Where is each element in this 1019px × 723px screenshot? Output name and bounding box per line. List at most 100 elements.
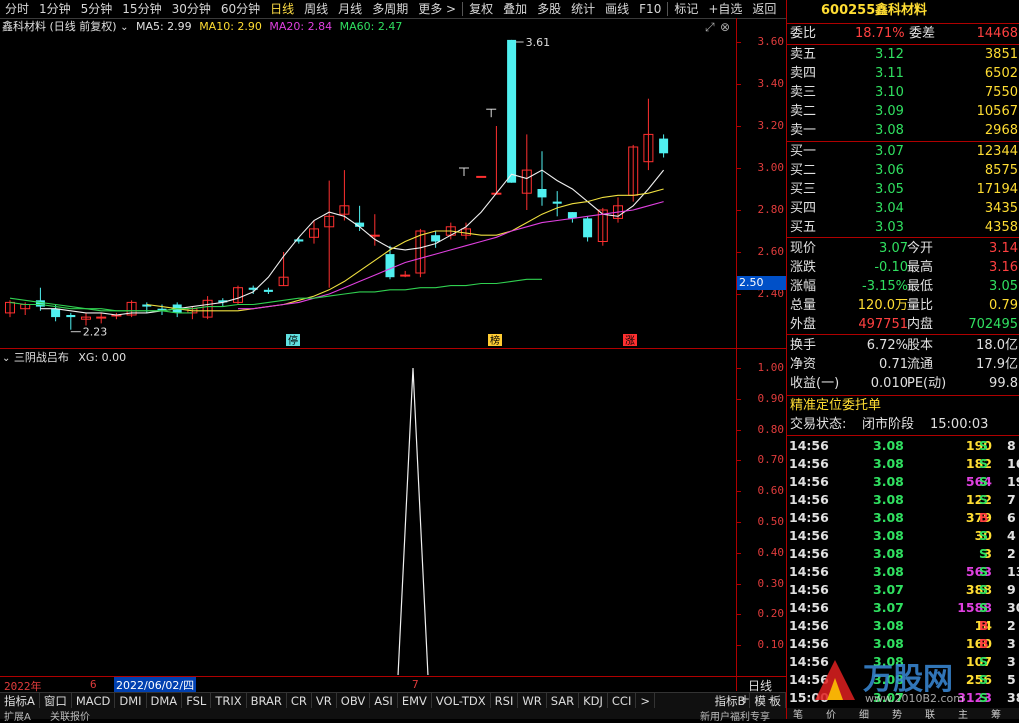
tick-price: 3.08 bbox=[873, 456, 904, 471]
axis-tick bbox=[737, 552, 741, 554]
tick-price: 3.08 bbox=[873, 528, 904, 543]
candle-body bbox=[96, 316, 107, 319]
tick-row: 14:56 3.08 122 S 7 bbox=[789, 491, 1019, 509]
ext-a-tab[interactable]: 扩展A bbox=[4, 708, 31, 723]
bid-row[interactable]: 买二 3.06 8575 bbox=[787, 162, 1019, 180]
tick-price: 3.07 bbox=[873, 690, 904, 705]
toolbar-item[interactable]: 30分钟 bbox=[167, 0, 216, 18]
tick-price: 3.08 bbox=[873, 510, 904, 525]
toolbar-item[interactable]: 月线 bbox=[333, 0, 367, 18]
toolbar-item[interactable]: 60分钟 bbox=[216, 0, 265, 18]
toolbar-item[interactable]: 周线 bbox=[299, 0, 333, 18]
toolbar-item[interactable]: 返回 bbox=[747, 0, 781, 18]
toolbar-item[interactable]: 分时 bbox=[0, 0, 34, 18]
tick-direction: S bbox=[979, 474, 989, 489]
indicator-tab[interactable]: DMA bbox=[147, 693, 183, 709]
indicator-tab[interactable]: TRIX bbox=[211, 693, 247, 709]
tick-time: 14:56 bbox=[789, 636, 829, 651]
candle-body bbox=[369, 234, 380, 237]
wecha-value: 14468 bbox=[976, 26, 1018, 41]
ask-row[interactable]: 卖一 3.08 2968 bbox=[787, 122, 1019, 140]
toolbar-item[interactable]: 叠加 bbox=[498, 0, 532, 18]
indicator-tab[interactable]: EMV bbox=[398, 693, 432, 709]
ask-row[interactable]: 卖二 3.09 10567 bbox=[787, 103, 1019, 121]
tick-price: 3.08 bbox=[873, 546, 904, 561]
indicator-tab[interactable]: CR bbox=[287, 693, 312, 709]
indicator-chart[interactable]: ⌄ 三阴战吕布 XG: 0.00 1.00 0.90 0.80 0.70 0.60 0.5… bbox=[0, 350, 784, 675]
price-axis: 3.60 3.40 3.20 3.00 2.80 2.60 2.40 bbox=[737, 18, 786, 348]
tick-count: 4 bbox=[1007, 528, 1016, 543]
toolbar-item[interactable]: +自选 bbox=[703, 0, 747, 18]
tick-count: 385 bbox=[1007, 690, 1019, 705]
quote-header: 600255 鑫科材料 bbox=[787, 2, 1019, 20]
indicator-tab[interactable]: OBV bbox=[337, 693, 371, 709]
stat-value: 99.8 bbox=[989, 376, 1018, 391]
indicator-tab[interactable]: VOL-TDX bbox=[432, 693, 491, 709]
stat-label: 换手 bbox=[790, 338, 817, 353]
tick-direction: S bbox=[979, 492, 989, 507]
tick-row: 14:56 3.08 107 S 3 bbox=[789, 653, 1019, 671]
book-price: 3.06 bbox=[875, 163, 904, 178]
toolbar-item[interactable]: 1分钟 bbox=[34, 0, 76, 18]
kline-chart[interactable]: 鑫科材料 (日线 前复权) ⌄ MA5: 2.99 MA10: 2.90 MA2… bbox=[0, 18, 787, 348]
stat-label: PE(动) bbox=[907, 376, 947, 391]
toolbar-item[interactable]: 5分钟 bbox=[76, 0, 118, 18]
toolbar-item[interactable]: 多股 bbox=[532, 0, 566, 18]
stat-label: 今开 bbox=[907, 241, 934, 256]
stat-row: 总量 120.0万 量比 0.79 bbox=[787, 297, 1019, 315]
book-price: 3.03 bbox=[875, 220, 904, 235]
toolbar-item[interactable]: 15分钟 bbox=[117, 0, 166, 18]
trade-time: 15:00:03 bbox=[930, 417, 989, 432]
toolbar-item[interactable]: 统计 bbox=[566, 0, 600, 18]
candle-body bbox=[659, 138, 669, 154]
indicator-tab[interactable]: KDJ bbox=[579, 693, 608, 709]
indicator-tab[interactable]: WR bbox=[518, 693, 547, 709]
ask-row[interactable]: 卖四 3.11 6502 bbox=[787, 65, 1019, 83]
indicator-tab[interactable]: > bbox=[636, 693, 655, 709]
toolbar-item[interactable]: F10 bbox=[634, 0, 666, 18]
tick-row: 15:003.073123S385 bbox=[789, 689, 1019, 707]
stat-row: 涨跌 -0.10 最高 3.16 bbox=[787, 259, 1019, 277]
candle-body bbox=[552, 201, 562, 204]
tick-count: 3 bbox=[1007, 636, 1016, 651]
stat-value: 3.07 bbox=[879, 241, 908, 256]
toolbar-item[interactable]: 更多 > bbox=[413, 0, 461, 18]
indicator-tab[interactable]: SAR bbox=[547, 693, 580, 709]
toolbar-item[interactable]: 标记 bbox=[669, 0, 703, 18]
bid-row[interactable]: 买五 3.03 4358 bbox=[787, 219, 1019, 237]
order-title[interactable]: 精准定位委托单 bbox=[787, 397, 1019, 415]
promo-link[interactable]: 新用户福利专享 bbox=[700, 708, 770, 723]
ask-row[interactable]: 卖三 3.10 7550 bbox=[787, 84, 1019, 102]
zoom-in-icon[interactable]: + bbox=[740, 692, 750, 706]
bid-row[interactable]: 买三 3.05 17194 bbox=[787, 181, 1019, 199]
book-label: 买三 bbox=[790, 182, 817, 197]
quote-panel: 600255 鑫科材料 委比 18.71% 委差 14468 卖五 3.12 385… bbox=[786, 0, 1019, 721]
indicator-tab[interactable]: MACD bbox=[72, 693, 116, 709]
indicator-tab[interactable]: DMI bbox=[115, 693, 147, 709]
bid-row[interactable]: 买一 3.07 12344 bbox=[787, 143, 1019, 161]
toolbar-item[interactable]: 日线 bbox=[265, 0, 299, 18]
indicator-tab[interactable]: 窗口 bbox=[40, 693, 72, 709]
indicator-tabs: 指标A 窗口 MACD DMI DMA FSL TRIX BRAR CR VR OBV ASI EMV V… bbox=[0, 692, 786, 709]
indicator-tab[interactable]: RSI bbox=[491, 693, 519, 709]
indicator-tab[interactable]: VR bbox=[312, 693, 337, 709]
indicator-tab[interactable]: CCI bbox=[608, 693, 637, 709]
toolbar-item[interactable]: 多周期 bbox=[367, 0, 413, 18]
toolbar-item[interactable]: 复权 bbox=[464, 0, 498, 18]
stat-label: 量比 bbox=[907, 298, 934, 313]
zoom-out-icon[interactable]: - bbox=[768, 692, 772, 706]
tick-time: 15:00 bbox=[789, 690, 829, 705]
indicator-tab[interactable]: ASI bbox=[370, 693, 398, 709]
indicator-tab[interactable]: FSL bbox=[182, 693, 212, 709]
ask-row[interactable]: 卖五 3.12 3851 bbox=[787, 46, 1019, 64]
indicator-tab[interactable]: 指标A bbox=[0, 693, 40, 709]
related-quote-tab[interactable]: 关联报价 bbox=[50, 708, 90, 723]
axis-tick bbox=[737, 294, 741, 295]
axis-tick bbox=[737, 84, 741, 85]
book-label: 卖一 bbox=[790, 123, 817, 138]
toolbar-item[interactable]: 画线 bbox=[600, 0, 634, 18]
bid-row[interactable]: 买四 3.04 3435 bbox=[787, 200, 1019, 218]
candle-body bbox=[476, 175, 487, 178]
indicator-tab[interactable]: BRAR bbox=[247, 693, 287, 709]
stat-label: 外盘 bbox=[790, 317, 817, 332]
